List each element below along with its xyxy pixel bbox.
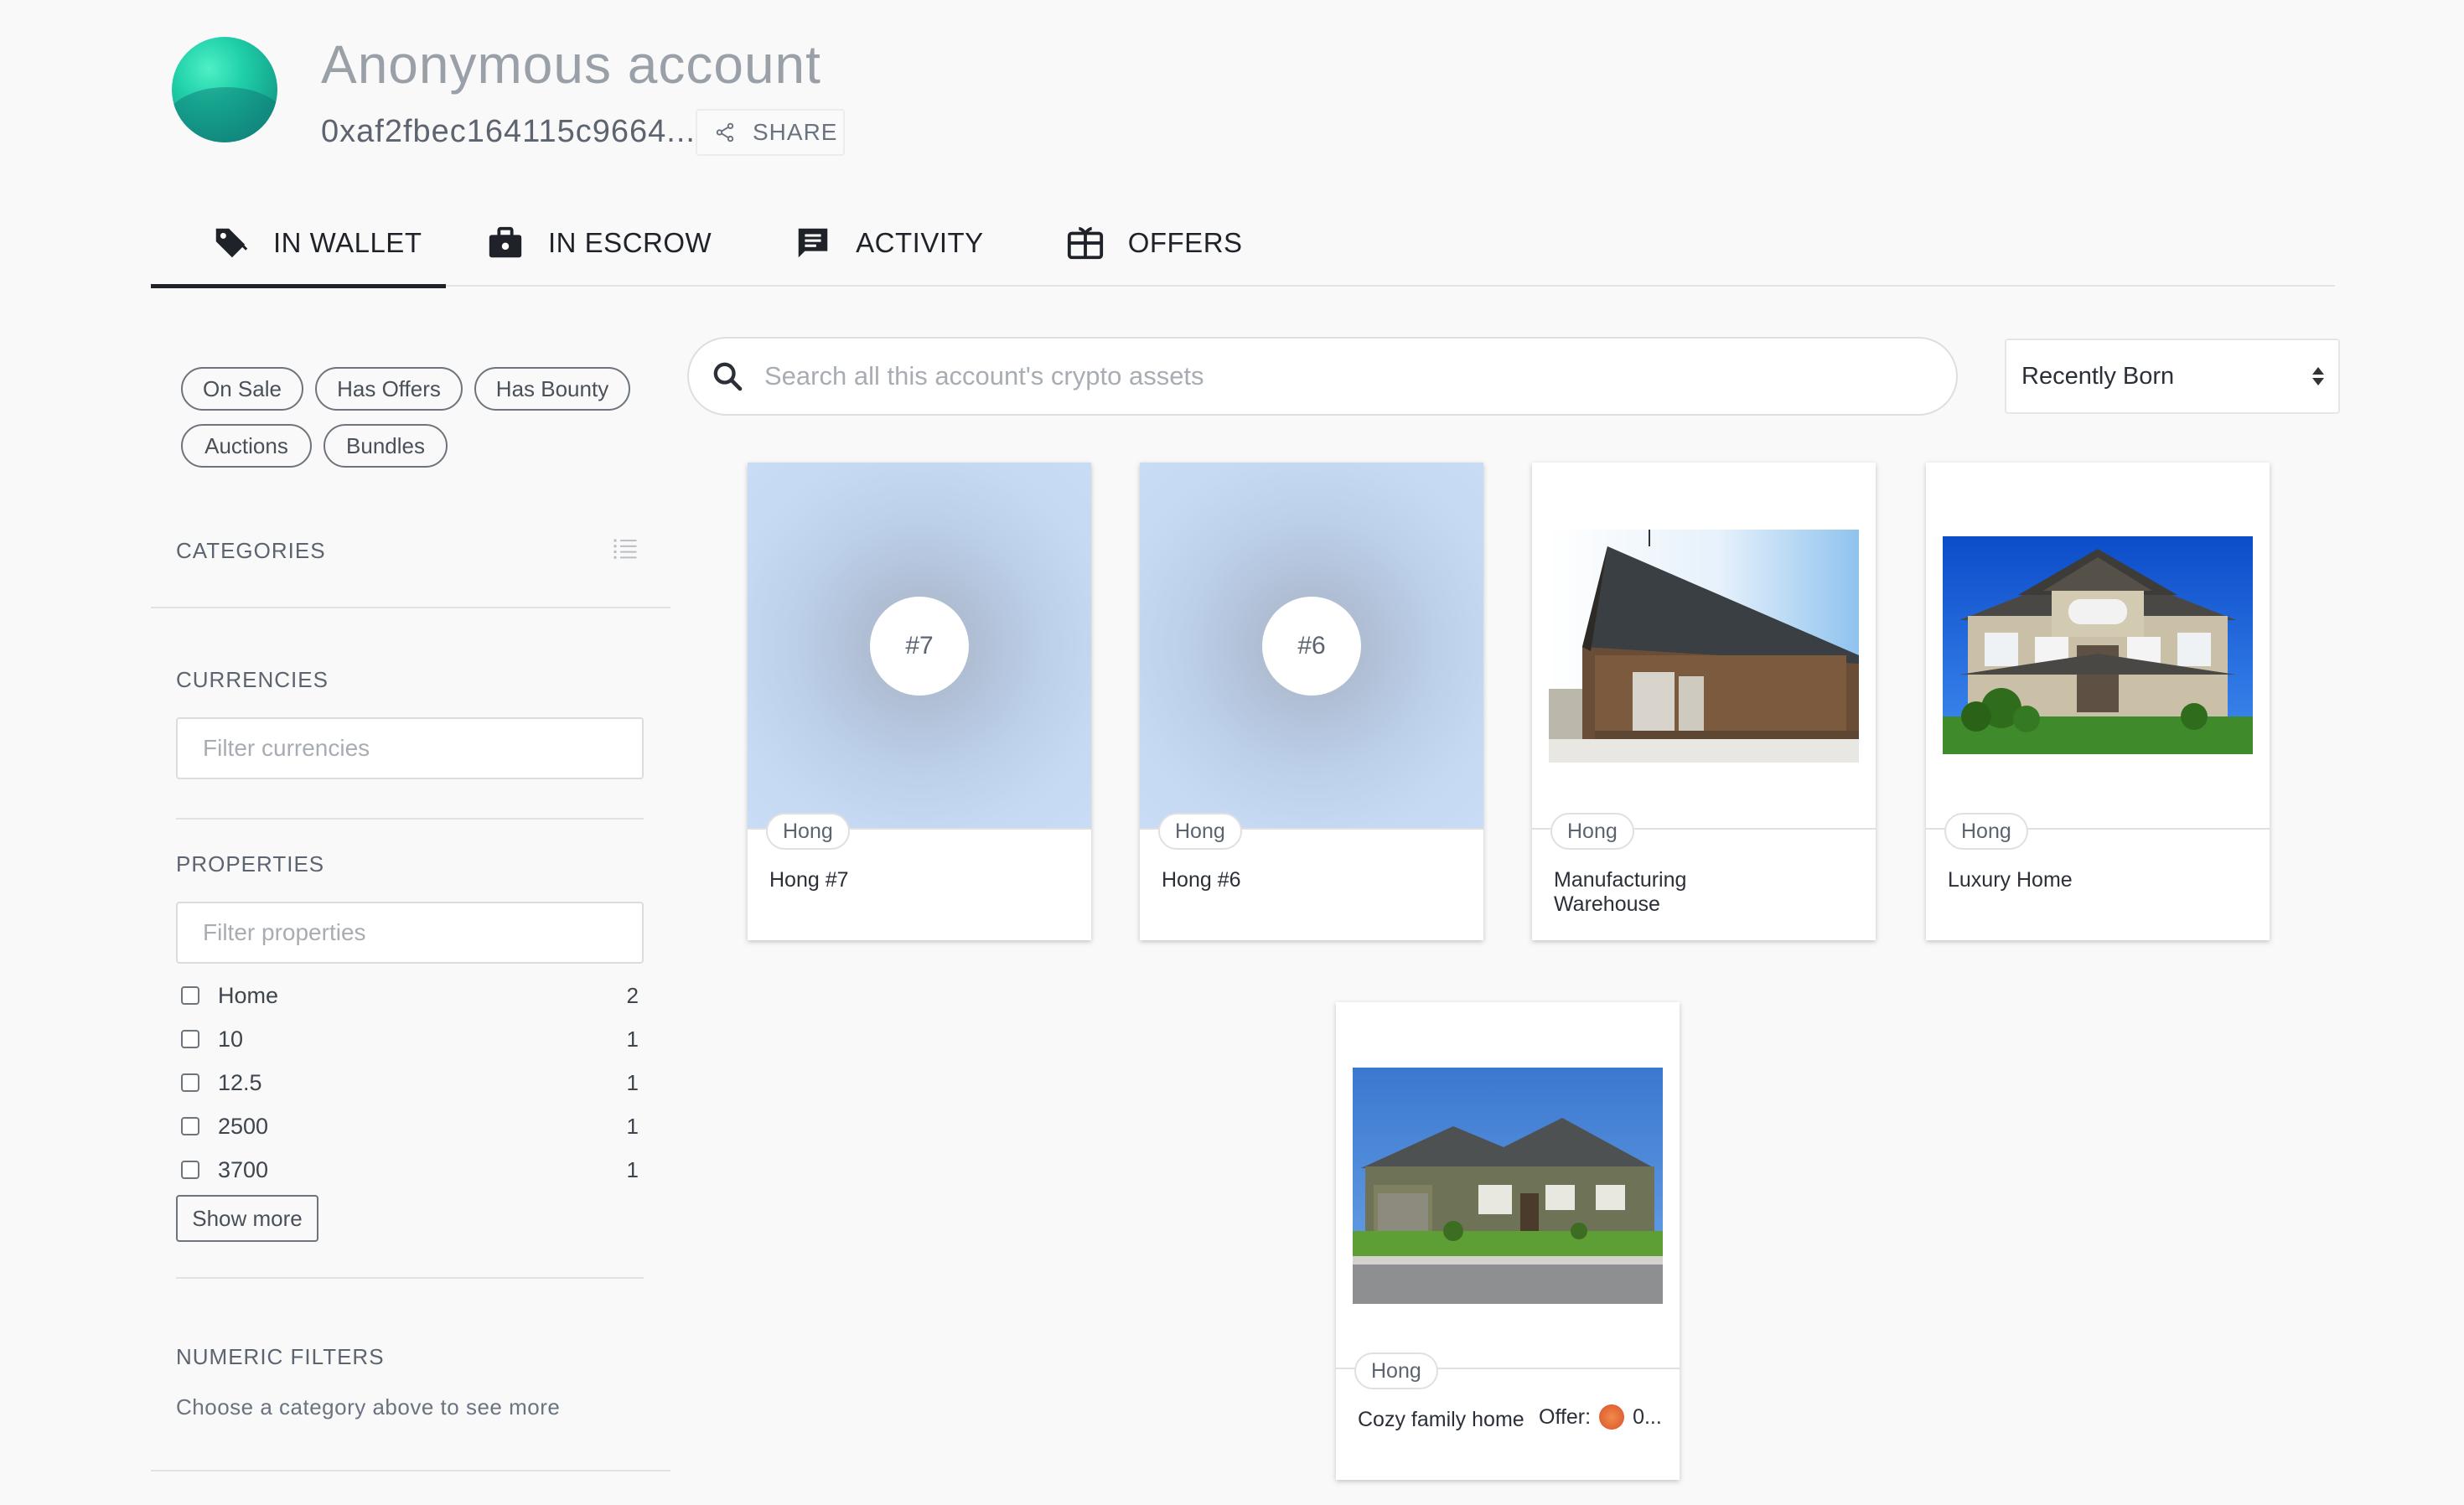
tab-label: ACTIVITY bbox=[856, 227, 984, 258]
owner-badge[interactable]: Hong bbox=[1944, 813, 2028, 850]
divider bbox=[176, 1277, 644, 1279]
property-option[interactable]: 10 1 bbox=[181, 1022, 639, 1056]
list-icon[interactable] bbox=[610, 533, 640, 563]
tab-label: IN ESCROW bbox=[548, 227, 712, 258]
chip-on-sale[interactable]: On Sale bbox=[181, 367, 303, 411]
property-checkbox[interactable] bbox=[181, 986, 199, 1005]
search-icon bbox=[713, 362, 743, 391]
asset-number-badge: #7 bbox=[870, 597, 969, 696]
property-label: Home bbox=[218, 982, 279, 1008]
gift-card-icon bbox=[1067, 226, 1103, 260]
property-label: 2500 bbox=[218, 1113, 269, 1139]
show-more-button[interactable]: Show more bbox=[176, 1195, 318, 1242]
asset-image: #7 bbox=[748, 463, 1091, 830]
asset-name: Hong #6 bbox=[1162, 868, 1241, 892]
account-tabs: IN WALLET IN ESCROW ACTIVITY OFFERS bbox=[151, 199, 2335, 288]
asset-image bbox=[1532, 463, 1876, 830]
chip-has-bounty[interactable]: Has Bounty bbox=[474, 367, 630, 411]
briefcase-icon bbox=[489, 226, 522, 258]
property-option[interactable]: 12.5 1 bbox=[181, 1066, 639, 1099]
owner-badge[interactable]: Hong bbox=[1354, 1352, 1438, 1389]
asset-image: #6 bbox=[1140, 463, 1483, 830]
search-bar[interactable] bbox=[687, 337, 1958, 416]
owner-badge[interactable]: Hong bbox=[1158, 813, 1242, 850]
account-name: Anonymous account bbox=[321, 34, 821, 95]
share-label: SHARE bbox=[753, 119, 838, 145]
asset-name: Manufacturing Warehouse bbox=[1554, 868, 1687, 916]
tab-offers[interactable]: OFFERS bbox=[1066, 199, 1243, 287]
property-count: 2 bbox=[626, 982, 639, 1008]
property-option[interactable]: 2500 1 bbox=[181, 1109, 639, 1143]
property-option[interactable]: 3700 1 bbox=[181, 1153, 639, 1187]
property-option[interactable]: Home 2 bbox=[181, 979, 639, 1012]
select-arrows-icon bbox=[2310, 367, 2327, 385]
currency-coin-icon bbox=[1599, 1404, 1625, 1430]
tab-label: IN WALLET bbox=[273, 227, 422, 258]
property-label: 10 bbox=[218, 1026, 244, 1052]
family-home-photo bbox=[1353, 1068, 1663, 1304]
warehouse-photo bbox=[1549, 530, 1859, 763]
asset-card[interactable]: Hong Manufacturing Warehouse bbox=[1532, 463, 1876, 940]
divider bbox=[151, 1470, 670, 1471]
property-checkbox[interactable] bbox=[181, 1161, 199, 1179]
offer-value: 0... bbox=[1633, 1404, 1662, 1429]
asset-card[interactable]: #6 Hong Hong #6 bbox=[1140, 463, 1483, 940]
chat-list-icon bbox=[798, 228, 828, 258]
chip-auctions[interactable]: Auctions bbox=[181, 424, 312, 468]
categories-title: CATEGORIES bbox=[176, 538, 326, 563]
numeric-filters-title: NUMERIC FILTERS bbox=[176, 1344, 385, 1369]
chip-has-offers[interactable]: Has Offers bbox=[315, 367, 463, 411]
property-count: 1 bbox=[626, 1156, 639, 1182]
currencies-filter-input[interactable] bbox=[176, 717, 644, 779]
search-input[interactable] bbox=[764, 361, 1854, 391]
asset-number-badge: #6 bbox=[1262, 597, 1361, 696]
tab-in-wallet[interactable]: IN WALLET bbox=[151, 199, 446, 288]
offer-info[interactable]: Offer: 0... bbox=[1539, 1404, 1662, 1430]
property-checkbox[interactable] bbox=[181, 1117, 199, 1135]
divider bbox=[176, 818, 644, 820]
asset-image bbox=[1926, 463, 2270, 830]
property-label: 12.5 bbox=[218, 1069, 262, 1095]
offer-label: Offer: bbox=[1539, 1404, 1592, 1429]
property-count: 1 bbox=[626, 1026, 639, 1052]
property-label: 3700 bbox=[218, 1156, 269, 1182]
divider bbox=[151, 607, 670, 608]
property-count: 1 bbox=[626, 1069, 639, 1095]
property-checkbox[interactable] bbox=[181, 1030, 199, 1048]
properties-title: PROPERTIES bbox=[176, 851, 325, 877]
tab-in-escrow[interactable]: IN ESCROW bbox=[486, 199, 712, 287]
account-avatar bbox=[172, 37, 277, 142]
property-count: 1 bbox=[626, 1113, 639, 1139]
share-button[interactable]: SHARE bbox=[696, 109, 845, 156]
asset-name: Cozy family home bbox=[1358, 1408, 1524, 1431]
tab-label: OFFERS bbox=[1127, 227, 1243, 258]
account-address[interactable]: 0xaf2fbec164115c9664... bbox=[321, 114, 696, 150]
owner-badge[interactable]: Hong bbox=[766, 813, 850, 850]
sort-selected-value: Recently Born bbox=[2021, 362, 2175, 390]
property-checkbox[interactable] bbox=[181, 1073, 199, 1092]
asset-name: Hong #7 bbox=[769, 868, 849, 892]
properties-filter-input[interactable] bbox=[176, 902, 644, 964]
luxury-home-photo bbox=[1943, 536, 2253, 754]
tag-icon bbox=[215, 228, 248, 258]
chip-bundles[interactable]: Bundles bbox=[324, 424, 448, 468]
asset-name: Luxury Home bbox=[1948, 868, 2073, 892]
sort-select[interactable]: Recently Born bbox=[2005, 339, 2340, 414]
share-icon bbox=[716, 122, 734, 142]
numeric-filters-hint: Choose a category above to see more bbox=[176, 1394, 561, 1420]
asset-card[interactable]: #7 Hong Hong #7 bbox=[748, 463, 1091, 940]
tab-activity[interactable]: ACTIVITY bbox=[794, 199, 984, 287]
owner-badge[interactable]: Hong bbox=[1550, 813, 1634, 850]
asset-image bbox=[1336, 1002, 1680, 1369]
asset-card[interactable]: Hong Luxury Home bbox=[1926, 463, 2270, 940]
currencies-title: CURRENCIES bbox=[176, 667, 329, 692]
